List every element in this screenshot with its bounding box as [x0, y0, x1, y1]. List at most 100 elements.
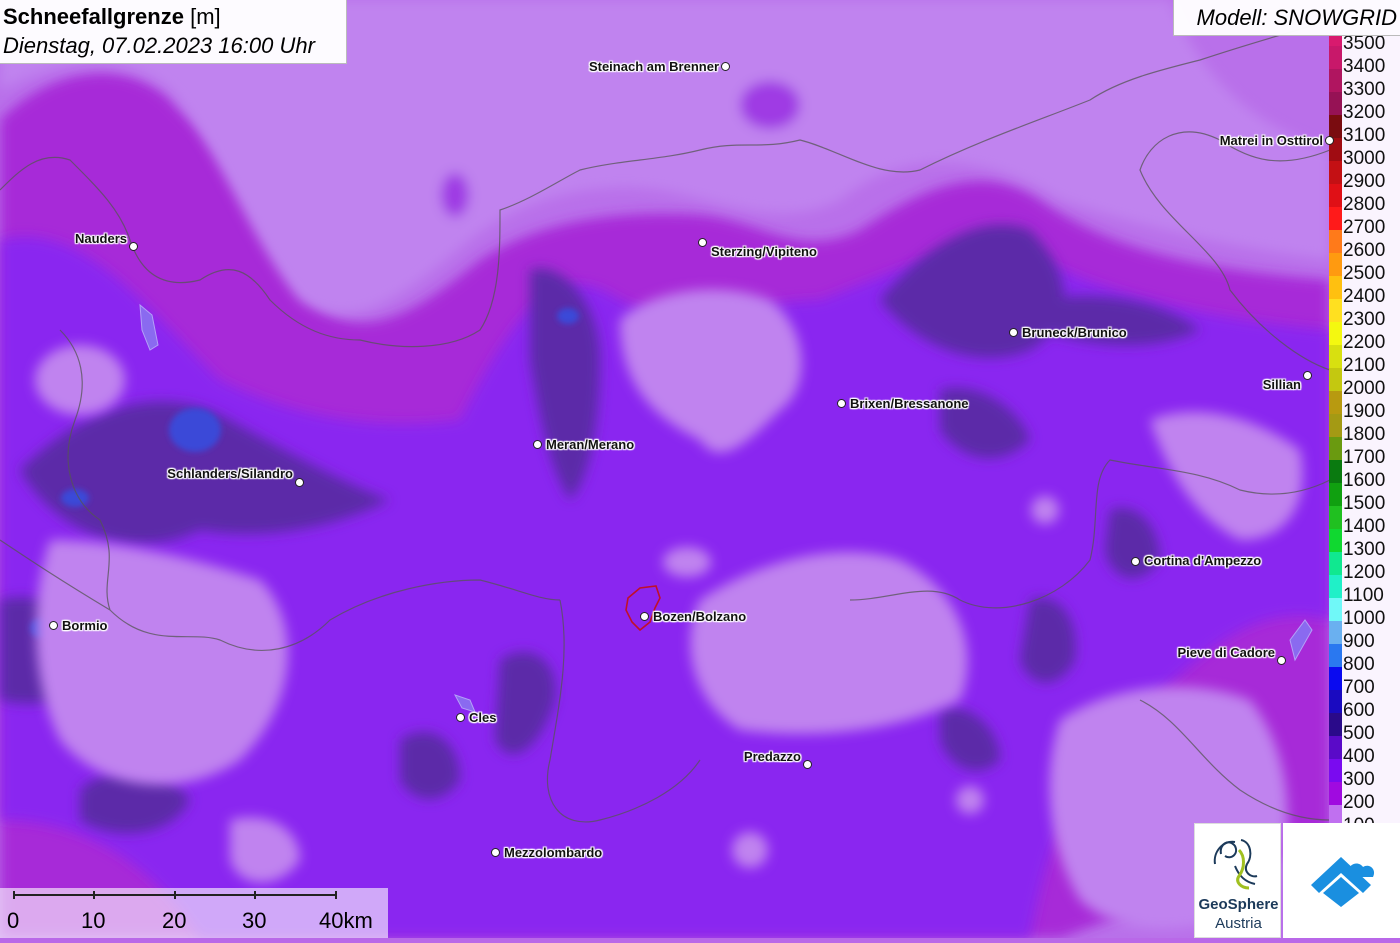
legend-row: 1900	[1329, 391, 1400, 421]
legend-swatch	[1329, 161, 1342, 184]
legend-swatch	[1329, 391, 1342, 414]
legend-swatch	[1329, 690, 1342, 713]
legend-swatch	[1329, 736, 1342, 759]
legend-swatch	[1329, 69, 1342, 92]
town-label: Schlanders/Silandro	[167, 466, 293, 481]
legend-swatch	[1329, 322, 1342, 345]
town-label: Matrei in Osttirol	[1219, 133, 1323, 148]
legend-row: 300	[1329, 759, 1400, 789]
legend-row: 2900	[1329, 161, 1400, 191]
map-title-box: Schneefallgrenze [m] Dienstag, 07.02.202…	[0, 0, 347, 64]
town-marker[interactable]	[1325, 136, 1334, 145]
legend-swatch	[1329, 115, 1342, 138]
scale-label: 30	[242, 908, 267, 933]
legend-row: 1200	[1329, 552, 1400, 582]
model-label-box: Modell: SNOWGRID	[1173, 0, 1400, 36]
town-marker[interactable]	[721, 62, 730, 71]
town-marker[interactable]	[1009, 328, 1018, 337]
legend-swatch	[1329, 36, 1342, 46]
legend-row: 1600	[1329, 460, 1400, 490]
legend-row: 1300	[1329, 529, 1400, 559]
town-marker[interactable]	[640, 612, 649, 621]
legend-row: 200	[1329, 782, 1400, 812]
town-label: Brixen/Bressanone	[850, 396, 969, 411]
town-marker[interactable]	[295, 478, 304, 487]
scale-bar: 0 10 20 30 40km	[0, 888, 388, 938]
legend-row: 900	[1329, 621, 1400, 651]
logos: GeoSphere Austria	[1194, 823, 1400, 938]
legend-swatch	[1329, 713, 1342, 736]
legend-swatch	[1329, 92, 1342, 115]
legend-row: 1000	[1329, 598, 1400, 628]
legend-swatch	[1329, 529, 1342, 552]
geosphere-name: GeoSphere	[1198, 896, 1279, 913]
town-label: Steinach am Brenner	[588, 59, 719, 74]
legend-swatch	[1329, 414, 1342, 437]
legend-swatch	[1329, 667, 1342, 690]
legend-row: 400	[1329, 736, 1400, 766]
scale-label: 0	[7, 908, 20, 933]
legend-row: 3500	[1329, 36, 1400, 53]
town-label: Nauders	[74, 231, 127, 246]
legend-row: 600	[1329, 690, 1400, 720]
town-marker[interactable]	[456, 713, 465, 722]
legend-row: 2600	[1329, 230, 1400, 260]
legend-swatch	[1329, 506, 1342, 529]
legend-swatch	[1329, 782, 1342, 805]
town-marker[interactable]	[803, 760, 812, 769]
town-label: Pieve di Cadore	[1177, 645, 1275, 660]
legend-row: 2500	[1329, 253, 1400, 283]
town-label: Cortina d'Ampezzo	[1144, 553, 1262, 568]
legend-swatch	[1329, 575, 1342, 598]
scale-label: 40km	[319, 908, 373, 933]
legend-row: 1700	[1329, 437, 1400, 467]
legend-row: 800	[1329, 644, 1400, 674]
legend-row: 1800	[1329, 414, 1400, 444]
legend-swatch	[1329, 230, 1342, 253]
legend-row: 700	[1329, 667, 1400, 697]
town-marker[interactable]	[129, 242, 138, 251]
legend-swatch	[1329, 483, 1342, 506]
geosphere-logo[interactable]: GeoSphere Austria	[1194, 823, 1281, 938]
legend-swatch	[1329, 253, 1342, 276]
legend-row: 2700	[1329, 207, 1400, 237]
color-legend: 3500 3400 3300 3200 3100 3000 2900 2800 2700 2600…	[1329, 36, 1400, 826]
scale-label: 10	[81, 908, 106, 933]
legend-swatch	[1329, 552, 1342, 575]
legend-row: 1100	[1329, 575, 1400, 605]
town-label: Bruneck/Brunico	[1022, 325, 1127, 340]
legend-row: 3200	[1329, 92, 1400, 122]
town-marker[interactable]	[491, 848, 500, 857]
town-marker[interactable]	[837, 399, 846, 408]
legend-swatch	[1329, 299, 1342, 322]
legend-swatch	[1329, 759, 1342, 782]
town-label: Predazzo	[743, 749, 801, 764]
legend-swatch	[1329, 46, 1342, 69]
geosphere-country: Austria	[1215, 915, 1262, 932]
town-marker[interactable]	[533, 440, 542, 449]
model-label: Modell: SNOWGRID	[1196, 5, 1397, 30]
legend-row: 2200	[1329, 322, 1400, 352]
legend-swatch	[1329, 644, 1342, 667]
legend-row: 2300	[1329, 299, 1400, 329]
legend-swatch	[1329, 368, 1342, 391]
town-label: Sillian	[1262, 377, 1301, 392]
legend-row: 2400	[1329, 276, 1400, 306]
town-marker[interactable]	[698, 238, 707, 247]
weather-app-logo[interactable]	[1283, 823, 1400, 938]
house-cloud-icon	[1311, 857, 1375, 907]
legend-swatch	[1329, 207, 1342, 230]
legend-row: 3300	[1329, 69, 1400, 99]
town-marker[interactable]	[49, 621, 58, 630]
legend-swatch	[1329, 460, 1342, 483]
town-marker[interactable]	[1303, 371, 1312, 380]
legend-swatch	[1329, 184, 1342, 207]
scale-label: 20	[162, 908, 187, 933]
town-label: Mezzolombardo	[504, 845, 603, 860]
town-marker[interactable]	[1131, 557, 1140, 566]
town-marker[interactable]	[1277, 656, 1286, 665]
map-datetime: Dienstag, 07.02.2023 16:00 Uhr	[3, 33, 315, 58]
town-label: Sterzing/Vipiteno	[711, 244, 817, 259]
legend-swatch	[1329, 621, 1342, 644]
map-title: Schneefallgrenze [m]	[3, 4, 221, 29]
